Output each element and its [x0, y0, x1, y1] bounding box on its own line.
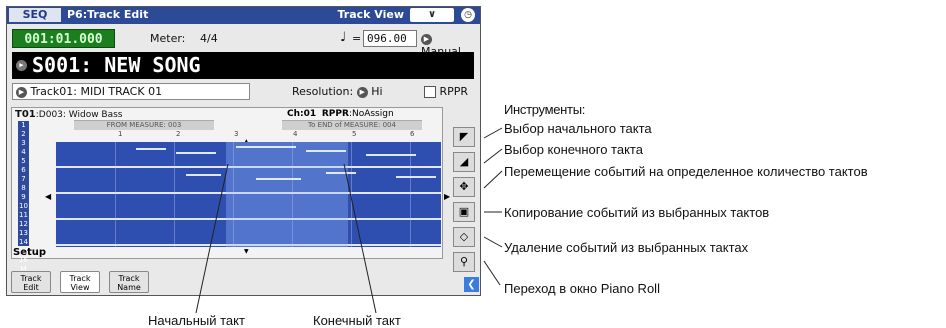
callout-line: [483, 170, 503, 189]
callout-line: [483, 260, 501, 286]
callout-line: [483, 236, 503, 248]
callout-line: [195, 163, 229, 314]
callout-line: [483, 148, 503, 164]
callout-line: [343, 163, 377, 314]
tool-label-end: Выбор конечного такта: [504, 142, 643, 157]
tools-title: Инструменты:: [504, 102, 586, 117]
start-measure-label: Начальный такт: [148, 313, 245, 328]
callout-line: [483, 127, 503, 139]
tool-label-move: Перемещение событий на определенное коли…: [504, 164, 868, 179]
tool-label-copy: Копирование событий из выбранных тактов: [504, 205, 770, 220]
tool-label-piano-roll: Переход в окно Piano Roll: [504, 281, 660, 296]
tool-label-start: Выбор начального такта: [504, 121, 652, 136]
tool-label-delete: Удаление событий из выбранных тактах: [504, 240, 749, 255]
end-measure-label: Конечный такт: [313, 313, 401, 328]
